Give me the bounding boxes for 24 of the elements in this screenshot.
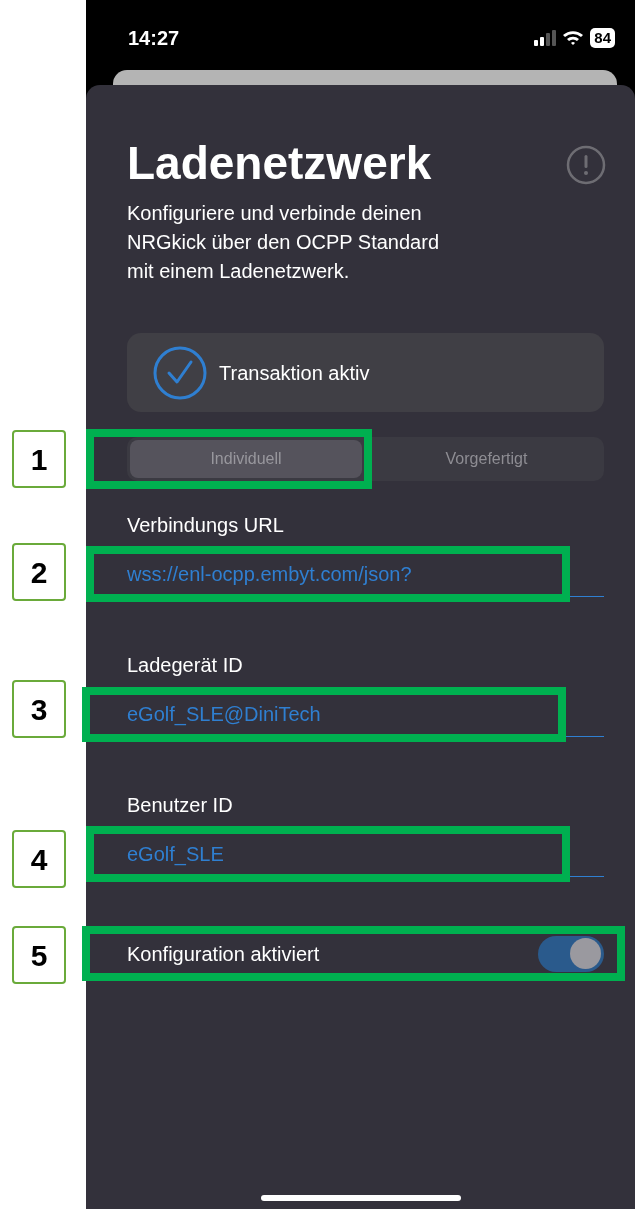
page-title: Ladenetzwerk xyxy=(127,136,432,191)
input-field[interactable]: eGolf_SLE xyxy=(86,826,570,882)
status-time: 14:27 xyxy=(128,26,180,51)
description: Konfiguriere und verbinde deinen NRGkick über den OCPP Standard mit einem Ladenetzwerk. xyxy=(127,201,440,284)
callout-number: 1 xyxy=(12,430,66,488)
battery-indicator: 84 xyxy=(590,28,615,48)
callout-number: 3 xyxy=(12,680,66,738)
callout-number: 5 xyxy=(12,926,66,984)
signal-icon xyxy=(534,30,557,46)
callout-number: 4 xyxy=(12,830,66,888)
info-icon[interactable] xyxy=(566,145,606,185)
toggle-label: Konfiguration aktiviert xyxy=(127,941,320,967)
input-field[interactable]: eGolf_SLE@DiniTech xyxy=(82,687,566,742)
field-label: Ladegerät ID xyxy=(127,653,244,678)
field-label: Benutzer ID xyxy=(127,793,234,818)
status-label: Transaktion aktiv xyxy=(219,360,370,386)
callout-number: 2 xyxy=(12,543,66,601)
segment-tab[interactable]: Vorgefertigt xyxy=(372,440,601,478)
wifi-icon xyxy=(562,30,585,46)
field-label: Verbindungs URL xyxy=(127,513,285,538)
input-field[interactable]: wss://enl-ocpp.embyt.com/json? xyxy=(86,546,570,602)
toggle-knob xyxy=(570,938,601,969)
toggle-switch[interactable] xyxy=(538,935,604,972)
segment-tab[interactable]: Individuell xyxy=(130,440,362,478)
